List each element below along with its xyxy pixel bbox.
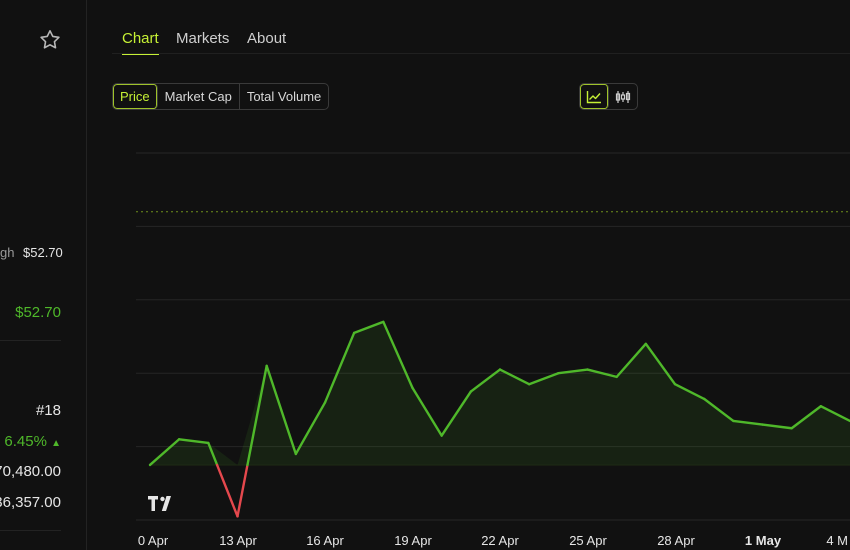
x-axis-tick-label: 0 Apr [138, 533, 169, 548]
x-axis-tick-label: 19 Apr [394, 533, 432, 548]
tradingview-logo [148, 496, 171, 511]
price-line-segment [236, 463, 249, 518]
x-axis-tick-label: 13 Apr [219, 533, 257, 548]
price-chart[interactable]: 0 Apr 13 Apr 16 Apr 19 Apr 22 Apr 25 Apr 28 Ap… [0, 0, 850, 550]
x-axis-tick-label: 4 M [826, 533, 848, 548]
price-line-segment [215, 463, 239, 518]
x-axis-tick-label: 28 Apr [657, 533, 695, 548]
x-axis-tick-label: 22 Apr [481, 533, 519, 548]
x-axis-tick-label: 1 May [745, 533, 782, 548]
x-axis-tick-label: 25 Apr [569, 533, 607, 548]
x-axis-tick-label: 16 Apr [306, 533, 344, 548]
price-area-fill [150, 321, 850, 465]
